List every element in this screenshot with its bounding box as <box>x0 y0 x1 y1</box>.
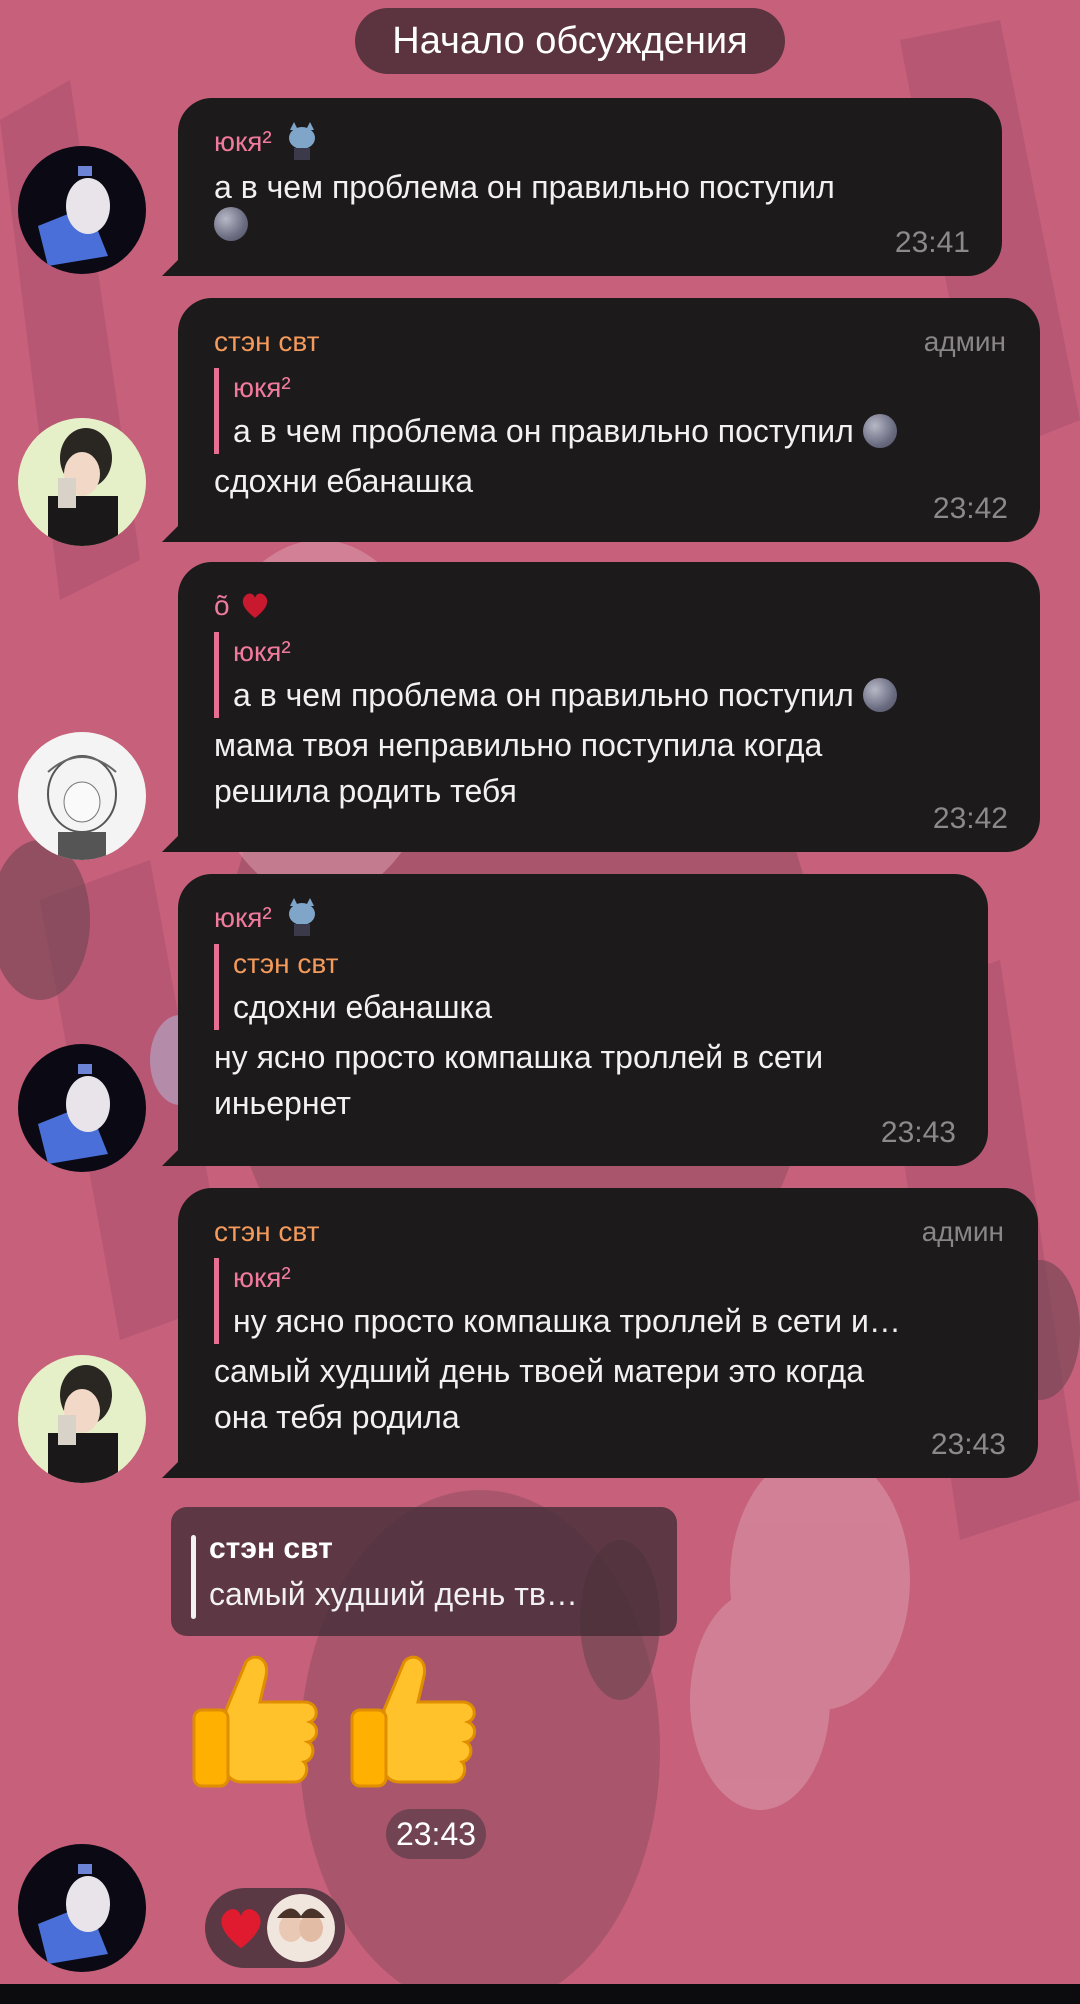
quoted-author: юкя² <box>233 636 291 667</box>
quoted-reply[interactable]: стэн свт сдохни ебанашка <box>214 944 954 1030</box>
message-bubble[interactable]: стэн свт админ юкя² ну ясно просто компа… <box>162 1188 1038 1478</box>
message-bubble[interactable]: õ юкя² а в чем проблема он правильно пос… <box>162 562 1040 852</box>
red-heart-icon <box>221 1909 261 1949</box>
thumbs-up-icon[interactable] <box>344 1652 479 1792</box>
message-bubble[interactable]: юкя² а в чем проблема он правильно посту… <box>162 98 1002 276</box>
new-moon-face-icon <box>862 677 897 712</box>
quoted-reply[interactable]: юкя² а в чем проблема он правильно посту… <box>214 368 1006 454</box>
admin-badge: админ <box>921 1216 1004 1247</box>
sticker-time: 23:43 <box>386 1809 486 1859</box>
quoted-reply[interactable]: юкя² а в чем проблема он правильно посту… <box>214 632 1006 718</box>
quoted-author: стэн свт <box>209 1532 333 1565</box>
message-time: 23:42 <box>932 802 1008 835</box>
avatar-sten-svt[interactable] <box>18 1355 146 1483</box>
message-author[interactable]: õ <box>214 590 230 622</box>
message-bubble[interactable]: стэн свт админ юкя² а в чем проблема он … <box>162 298 1040 542</box>
quoted-reply[interactable]: юкя² ну ясно просто компашка троллей в с… <box>214 1258 1004 1344</box>
avatar-yukya[interactable] <box>18 1044 146 1172</box>
avatar-yukya[interactable] <box>18 146 146 274</box>
message-author[interactable]: юкя² <box>214 126 272 158</box>
message-time: 23:43 <box>880 1116 956 1149</box>
quoted-author: юкя² <box>233 372 291 403</box>
message-text-line: мама твоя неправильно поступила когда <box>214 727 823 763</box>
quoted-text: сдохни ебанашка <box>233 989 493 1025</box>
quoted-text: ну ясно просто компашка троллей в сети и… <box>233 1303 901 1339</box>
avatar-o[interactable] <box>18 732 146 860</box>
discussion-start-header: Начало обсуждения <box>355 8 785 74</box>
reply-quote-bar <box>191 1535 196 1619</box>
reactor-avatar[interactable] <box>267 1894 335 1962</box>
cat-sticker-icon <box>288 898 315 936</box>
message-time: 23:43 <box>930 1428 1006 1461</box>
message-text: а в чем проблема он правильно поступил <box>214 169 835 205</box>
new-moon-face-icon <box>862 413 897 448</box>
avatar-sten-svt[interactable] <box>18 418 146 546</box>
quoted-text: а в чем проблема он правильно поступил <box>233 677 854 713</box>
quoted-text: а в чем проблема он правильно поступил <box>233 413 854 449</box>
bottom-edge <box>0 1984 1080 2004</box>
message-author[interactable]: стэн свт <box>214 326 319 358</box>
message-author[interactable]: юкя² <box>214 902 272 934</box>
thumbs-up-icon[interactable] <box>186 1652 321 1792</box>
new-moon-face-icon <box>214 207 248 241</box>
admin-badge: админ <box>923 326 1006 357</box>
red-heart-icon <box>242 593 267 618</box>
message-text-line: самый худший день твоей матери это когда <box>214 1353 865 1389</box>
message-text-line: решила родить тебя <box>214 773 517 809</box>
message-text: сдохни ебанашка <box>214 463 474 499</box>
message-time: 23:42 <box>932 492 1008 525</box>
quoted-author: стэн свт <box>233 948 339 979</box>
message-text-line: иньернет <box>214 1085 351 1121</box>
sticker-reply-preview[interactable]: стэн свт самый худший день тв… <box>171 1507 677 1636</box>
message-text-line: ну ясно просто компашка троллей в сети <box>214 1039 824 1075</box>
quoted-text: самый худший день тв… <box>209 1576 578 1612</box>
avatar-yukya[interactable] <box>18 1844 146 1972</box>
reaction-chip[interactable] <box>205 1888 345 1968</box>
message-text-line: она тебя родила <box>214 1399 460 1435</box>
message-time: 23:41 <box>894 226 970 259</box>
cat-sticker-icon <box>288 122 315 160</box>
message-bubble[interactable]: юкя² стэн свт сдохни ебанашка ну ясно пр… <box>162 874 988 1166</box>
message-author[interactable]: стэн свт <box>214 1216 319 1248</box>
quoted-author: юкя² <box>233 1262 291 1293</box>
